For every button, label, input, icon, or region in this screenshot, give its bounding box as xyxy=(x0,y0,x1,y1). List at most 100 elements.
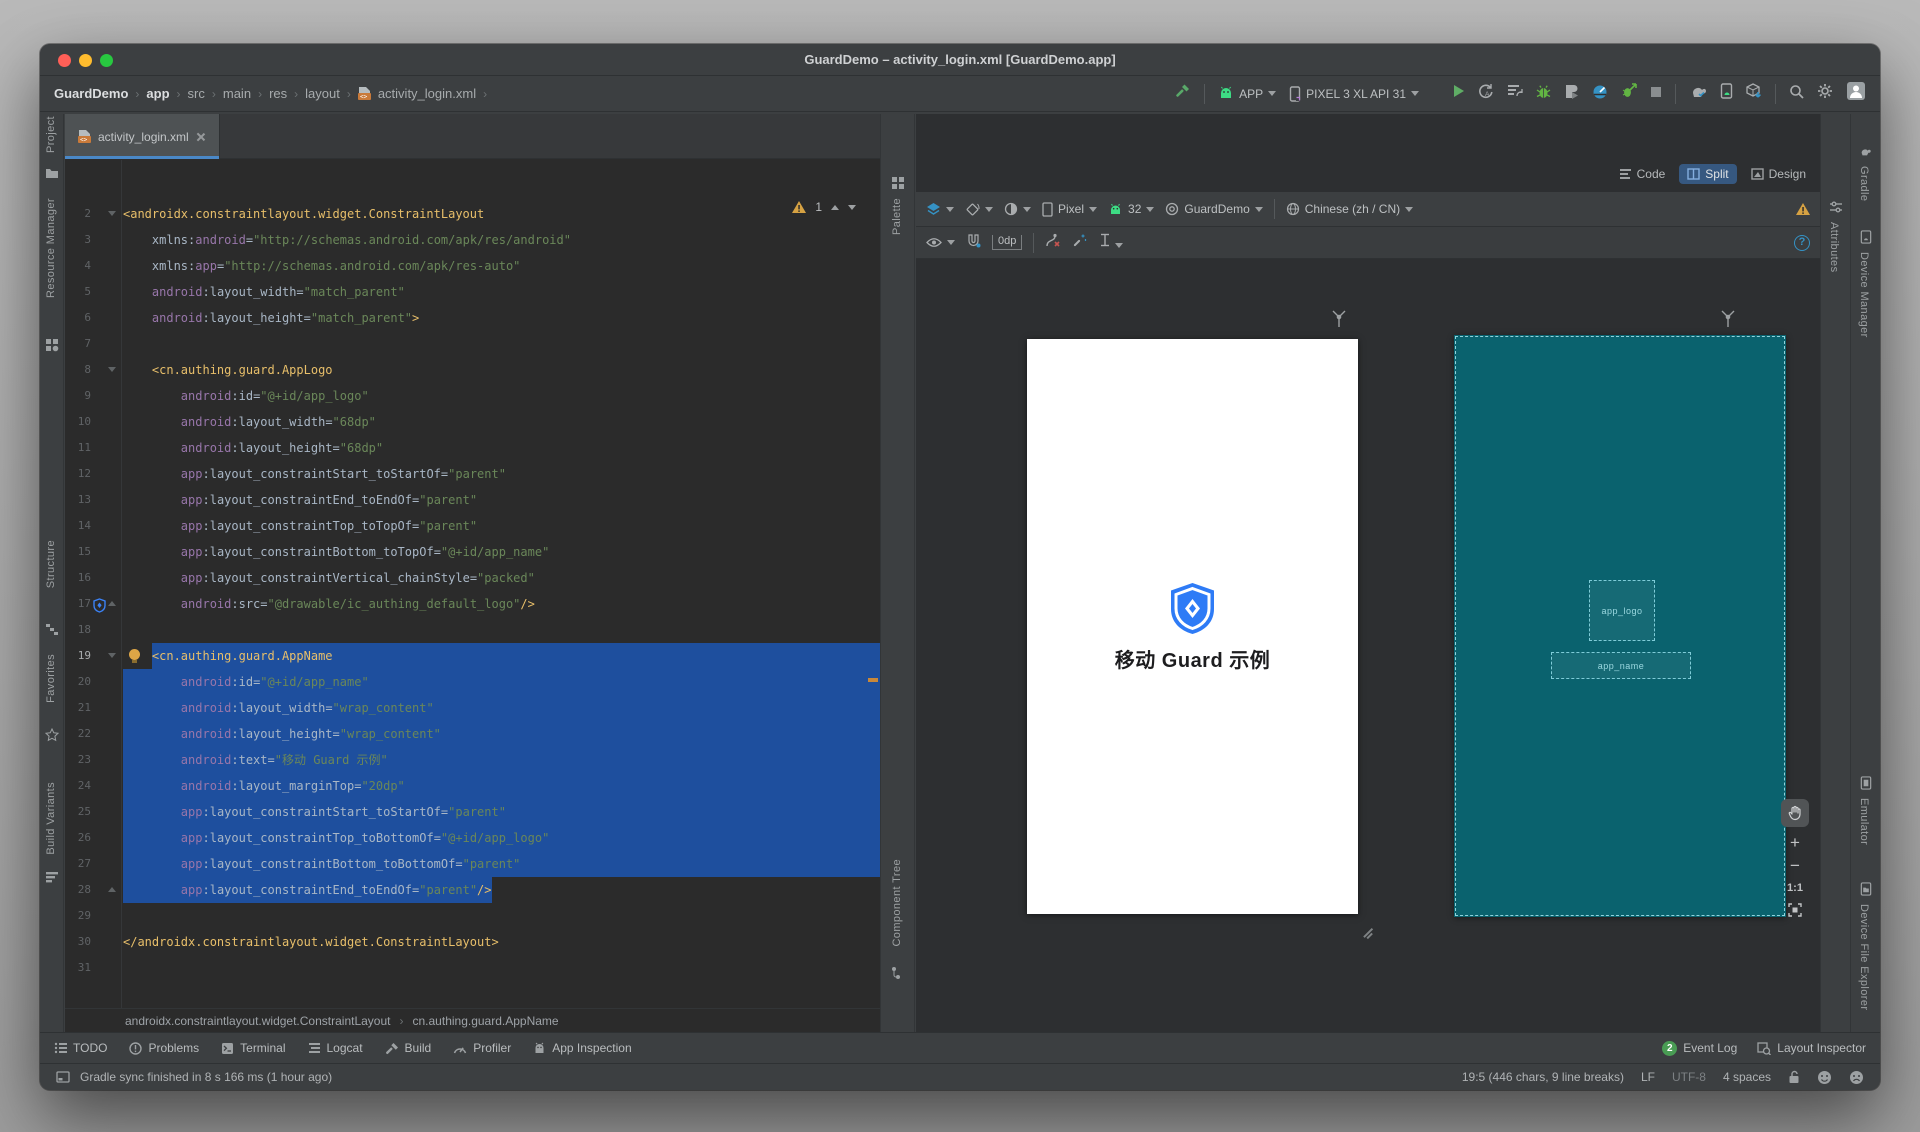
file-encoding[interactable]: UTF-8 xyxy=(1672,1070,1706,1084)
view-options-eye[interactable] xyxy=(926,237,955,248)
warning-icon[interactable] xyxy=(1796,203,1810,215)
code-line[interactable]: 26 app: layout_constraintTop_toBottomOf = "… xyxy=(65,825,880,851)
code-line[interactable]: 31 xyxy=(65,955,880,981)
caret-position[interactable]: 19:5 (446 chars, 9 line breaks) xyxy=(1462,1070,1624,1084)
mode-design[interactable]: Design xyxy=(1743,164,1814,184)
pan-tool-button[interactable] xyxy=(1781,799,1809,827)
run-button[interactable] xyxy=(1451,84,1465,103)
stripe-item-gradle[interactable]: Gradle xyxy=(1858,166,1870,201)
run-configuration-select[interactable]: APP xyxy=(1218,86,1277,101)
code-line[interactable]: 29 xyxy=(65,903,880,929)
code-area[interactable]: 2 <androidx.constraintlayout.widget.Const… xyxy=(65,160,880,1008)
stripe-item-favorites[interactable]: Favorites xyxy=(45,654,57,703)
code-line[interactable]: 22 android: layout_height = "wrap_content" xyxy=(65,721,880,747)
zoom-to-fit-button[interactable] xyxy=(1788,903,1802,917)
night-mode-select[interactable] xyxy=(1004,202,1031,216)
debug-button[interactable] xyxy=(1536,84,1551,104)
code-line[interactable]: 20 android: id = "@+id/app_name" xyxy=(65,669,880,695)
blueprint-app-logo[interactable]: app_logo xyxy=(1589,580,1655,641)
zoom-window-button[interactable] xyxy=(100,54,113,67)
code-line[interactable]: 7 xyxy=(65,331,880,357)
sad-face-icon[interactable] xyxy=(1849,1070,1864,1085)
toolbtn-terminal[interactable]: Terminal xyxy=(221,1041,286,1055)
stripe-item-device-file-explorer[interactable]: Device File Explorer xyxy=(1858,904,1870,1010)
toolbtn-event-log[interactable]: 2 Event Log xyxy=(1662,1040,1737,1056)
apply-changes-restart-button[interactable]: A xyxy=(1478,83,1494,104)
toolbtn-build[interactable]: Build xyxy=(385,1041,431,1055)
code-line[interactable]: 10 android: layout_width = "68dp" xyxy=(65,409,880,435)
fold-end-icon[interactable] xyxy=(108,601,116,606)
device-menu[interactable]: Pixel xyxy=(1042,201,1098,217)
code-line[interactable]: 18 xyxy=(65,617,880,643)
code-line[interactable]: 24 android: layout_marginTop = "20dp" xyxy=(65,773,880,799)
preview-resize-handle[interactable] xyxy=(1362,926,1374,938)
view-options-layers[interactable] xyxy=(926,202,954,217)
toolbtn-layout-inspector[interactable]: Layout Inspector xyxy=(1757,1041,1866,1055)
blueprint-phone[interactable]: app_logo app_name xyxy=(1454,335,1786,917)
editor-breadcrumb-item[interactable]: androidx.constraintlayout.widget.Constra… xyxy=(125,1014,391,1028)
line-separator[interactable]: LF xyxy=(1641,1070,1655,1084)
stripe-item-attributes[interactable]: Attributes xyxy=(1828,222,1840,272)
autoconnect-toggle[interactable] xyxy=(966,233,981,253)
pack-align-button[interactable] xyxy=(1098,233,1124,253)
tab-activity-login-xml[interactable]: <> activity_login.xml xyxy=(65,114,220,159)
code-line[interactable]: 5 android: layout_width = "match_parent" xyxy=(65,279,880,305)
stop-button[interactable] xyxy=(1650,85,1662,103)
breadcrumb-item[interactable]: src xyxy=(188,86,205,101)
infer-constraints-button[interactable] xyxy=(1072,233,1087,253)
mode-split[interactable]: Split xyxy=(1679,164,1737,184)
search-everywhere-icon[interactable] xyxy=(1789,84,1804,104)
code-line[interactable]: 2 <androidx.constraintlayout.widget.Const… xyxy=(65,201,880,227)
theme-menu[interactable]: GuardDemo xyxy=(1165,202,1263,216)
blueprint-app-name[interactable]: app_name xyxy=(1551,652,1691,679)
attach-profiler-button[interactable] xyxy=(1564,84,1579,104)
breadcrumb-item[interactable]: GuardDemo xyxy=(54,86,128,101)
device-manager-icon[interactable] xyxy=(1720,83,1733,104)
mode-code[interactable]: Code xyxy=(1611,164,1674,184)
close-window-button[interactable] xyxy=(58,54,71,67)
breadcrumb-item[interactable]: layout xyxy=(305,86,340,101)
code-line[interactable]: 27 app: layout_constraintBottom_toBottomO… xyxy=(65,851,880,877)
toolbtn-app-inspection[interactable]: App Inspection xyxy=(533,1041,632,1055)
clear-constraints-button[interactable] xyxy=(1045,233,1061,253)
apply-changes-activity-button[interactable] xyxy=(1621,83,1637,104)
default-margins-button[interactable]: 0dp xyxy=(992,235,1023,250)
lock-icon[interactable] xyxy=(1788,1070,1800,1084)
stripe-item-emulator[interactable]: Emulator xyxy=(1858,798,1870,845)
stripe-item-build-variants[interactable]: Build Variants xyxy=(45,782,57,855)
code-line[interactable]: 25 app: layout_constraintStart_toStartOf =… xyxy=(65,799,880,825)
help-icon[interactable]: ? xyxy=(1794,234,1810,251)
toolbtn-problems[interactable]: Problems xyxy=(129,1041,199,1055)
indent-config[interactable]: 4 spaces xyxy=(1723,1070,1771,1084)
toolbtn-todo[interactable]: TODO xyxy=(54,1041,107,1055)
settings-gear-icon[interactable] xyxy=(1817,83,1833,104)
tool-window-toggle-icon[interactable] xyxy=(56,1071,70,1083)
breadcrumb-item[interactable]: main xyxy=(223,86,251,101)
happy-face-icon[interactable] xyxy=(1817,1070,1832,1085)
code-line[interactable]: 16 app: layout_constraintVertical_chainSt… xyxy=(65,565,880,591)
code-line[interactable]: 4 xmlns: app = "http://schemas.android.com/… xyxy=(65,253,880,279)
profiler-button[interactable] xyxy=(1592,84,1608,104)
code-line[interactable]: 21 android: layout_width = "wrap_content" xyxy=(65,695,880,721)
design-preview-phone[interactable]: 移动 Guard 示例 xyxy=(1027,339,1358,914)
zoom-reset-button[interactable]: 1:1 xyxy=(1787,882,1803,894)
breadcrumb-item[interactable]: res xyxy=(269,86,287,101)
stripe-item-device-manager[interactable]: Device Manager xyxy=(1858,252,1870,338)
code-line[interactable]: 30 </androidx.constraintlayout.widget.Con… xyxy=(65,929,880,955)
code-line[interactable]: 12 app: layout_constraintStart_toStartOf =… xyxy=(65,461,880,487)
code-line[interactable]: 15 app: layout_constraintBottom_toTopOf = "… xyxy=(65,539,880,565)
previous-issue-icon[interactable] xyxy=(831,204,839,210)
stripe-item-resource-manager[interactable]: Resource Manager xyxy=(45,198,57,298)
stripe-item-structure[interactable]: Structure xyxy=(45,540,57,588)
close-icon[interactable] xyxy=(196,132,206,142)
status-message[interactable]: Gradle sync finished in 8 s 166 ms (1 ho… xyxy=(80,1070,332,1084)
intention-bulb-icon[interactable] xyxy=(129,649,140,663)
minimize-window-button[interactable] xyxy=(79,54,92,67)
orientation-select[interactable] xyxy=(965,202,993,217)
fold-start-icon[interactable] xyxy=(108,211,116,216)
code-line[interactable]: 9 android: id = "@+id/app_logo" xyxy=(65,383,880,409)
code-line[interactable]: 28 app: layout_constraintEnd_toEndOf = "par… xyxy=(65,877,880,903)
build-hammer-icon[interactable] xyxy=(1175,83,1191,104)
gradle-sync-icon[interactable] xyxy=(1689,84,1707,103)
fold-start-icon[interactable] xyxy=(108,367,116,372)
